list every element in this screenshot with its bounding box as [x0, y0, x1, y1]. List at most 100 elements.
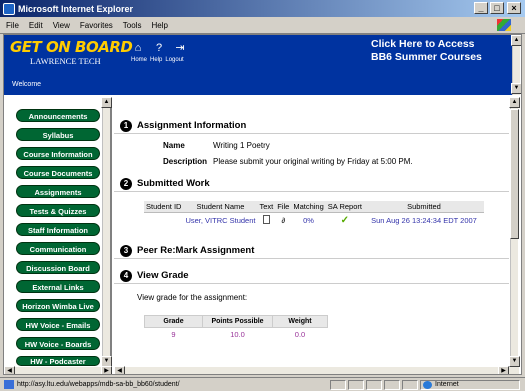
menu-scroll-left-icon[interactable]: ◀ — [4, 366, 15, 374]
minimize-button[interactable]: _ — [474, 2, 488, 14]
ie-icon — [3, 2, 15, 15]
title-bar: Microsoft Internet Explorer _ □ × — [0, 0, 525, 17]
sidebar-item-horizon-wimba-live[interactable]: Horizon Wimba Live — [16, 299, 100, 312]
menu-favorites[interactable]: Favorites — [80, 21, 113, 30]
home-icon[interactable]: ⌂ — [132, 43, 144, 54]
close-button[interactable]: × — [507, 2, 521, 14]
status-cell — [330, 380, 346, 390]
section-title: Submitted Work — [137, 178, 210, 189]
sidebar-item-hw-podcaster[interactable]: HW - Podcaster — [16, 356, 100, 366]
section-submitted-work: 2 Submitted Work — [114, 176, 509, 192]
content-scroll-up-icon[interactable]: ▲ — [509, 97, 520, 108]
section-title: Assignment Information — [137, 120, 247, 131]
globe-icon — [423, 381, 432, 389]
cell-student-name[interactable]: User, VITRC Student — [183, 213, 257, 229]
maximize-button[interactable]: □ — [490, 2, 504, 14]
logo-subtitle: LAWRENCE TECH — [30, 56, 101, 66]
section-number: 4 — [120, 270, 132, 282]
table-row: 9 10.0 0.0 — [145, 328, 328, 342]
col-file: File — [275, 201, 292, 213]
sidebar-item-communication[interactable]: Communication — [16, 242, 100, 255]
col-matching: Matching — [291, 201, 326, 213]
col-sa-report: SA Report — [325, 201, 364, 213]
help-icon[interactable]: ? — [153, 43, 165, 54]
help-link[interactable]: Help — [150, 57, 162, 63]
status-url: http://asy.ltu.edu/webapps/mdb-sa-bb_bb6… — [17, 381, 180, 388]
name-value: Writing 1 Poetry — [213, 141, 270, 150]
cell-weight: 0.0 — [294, 330, 306, 339]
grade-table: Grade Points Possible Weight 9 10.0 0.0 — [144, 315, 328, 341]
logout-link[interactable]: Logout — [165, 57, 183, 63]
col-points-possible: Points Possible — [202, 315, 273, 328]
section-peer-remark: 3 Peer Re:Mark Assignment — [114, 243, 509, 259]
content-scroll-left-icon[interactable]: ◀ — [114, 366, 125, 374]
cell-matching[interactable]: 0% — [291, 213, 325, 229]
menu-bar: File Edit View Favorites Tools Help — [0, 17, 525, 34]
content-scroll-down-icon[interactable]: ▼ — [509, 356, 520, 367]
sidebar-item-hw-voice-boards[interactable]: HW Voice - Boards — [16, 337, 100, 350]
logout-icon[interactable]: ⇥ — [174, 43, 186, 54]
welcome-text: Welcome — [12, 81, 42, 88]
menu-help[interactable]: Help — [151, 21, 167, 30]
status-cell — [366, 380, 382, 390]
cell-grade: 9 — [171, 330, 176, 339]
section-assignment-information: 1 Assignment Information — [114, 118, 509, 134]
scroll-up-icon[interactable]: ▲ — [511, 35, 521, 46]
bb6-access-link[interactable]: Click Here to Access BB6 Summer Courses — [371, 38, 482, 64]
grade-intro: View grade for the assignment: — [137, 293, 248, 302]
col-weight: Weight — [272, 315, 328, 328]
document-icon[interactable] — [257, 213, 275, 229]
section-view-grade: 4 View Grade — [114, 268, 509, 284]
menu-file[interactable]: File — [6, 21, 19, 30]
sidebar-item-discussion-board[interactable]: Discussion Board — [16, 261, 100, 274]
sidebar-item-hw-voice-emails[interactable]: HW Voice - Emails — [16, 318, 100, 331]
attachment-icon[interactable]: ∂ — [275, 213, 291, 229]
col-student-name: Student Name — [183, 201, 258, 213]
section-number: 2 — [120, 178, 132, 190]
home-link[interactable]: Home — [131, 57, 147, 63]
content-scroll-right-icon[interactable]: ▶ — [498, 366, 509, 374]
sidebar-item-announcements[interactable]: Announcements — [16, 109, 100, 122]
scroll-down-icon[interactable]: ▼ — [511, 83, 521, 94]
description-value: Please submit your original writing by F… — [213, 157, 413, 166]
menu-scroll-up-icon[interactable]: ▲ — [101, 97, 112, 108]
section-number: 3 — [120, 245, 132, 257]
status-cell — [348, 380, 364, 390]
content-scrollbar[interactable]: ▲ ▼ — [509, 97, 520, 367]
browser-viewport: GET ON BOARD LAWRENCE TECH ⌂ ? ⇥ Home He… — [3, 34, 522, 375]
menu-scrollbar[interactable]: ▲ ▼ — [101, 97, 112, 367]
sidebar-item-external-links[interactable]: External Links — [16, 280, 100, 293]
sidebar-item-tests-quizzes[interactable]: Tests & Quizzes — [16, 204, 100, 217]
access-line-2[interactable]: BB6 Summer Courses — [371, 51, 482, 64]
description-label: Description — [163, 157, 207, 166]
status-cell — [402, 380, 418, 390]
checkmark-icon[interactable]: ✓ — [326, 213, 364, 229]
page-icon — [4, 380, 14, 389]
menu-scroll-right-icon[interactable]: ▶ — [101, 366, 112, 374]
content-frame: 1 Assignment Information Name Writing 1 … — [114, 97, 520, 367]
logo-title[interactable]: GET ON BOARD — [10, 38, 133, 56]
sidebar-item-syllabus[interactable]: Syllabus — [16, 128, 100, 141]
section-title: View Grade — [137, 270, 189, 281]
description-label-text: Description — [163, 157, 208, 166]
menu-hscrollbar[interactable]: ◀ ▶ — [4, 366, 112, 374]
sidebar-item-course-documents[interactable]: Course Documents — [16, 166, 100, 179]
menu-edit[interactable]: Edit — [29, 21, 43, 30]
sidebar-item-staff-information[interactable]: Staff Information — [16, 223, 100, 236]
cell-student-id — [144, 213, 183, 229]
banner-scrollbar[interactable]: ▲ ▼ — [511, 35, 521, 95]
access-line-1[interactable]: Click Here to Access — [371, 38, 482, 51]
menu-tools[interactable]: Tools — [123, 21, 142, 30]
menu-view[interactable]: View — [53, 21, 70, 30]
col-student-id: Student ID — [144, 201, 184, 213]
sidebar-item-assignments[interactable]: Assignments — [16, 185, 100, 198]
content-scroll-thumb[interactable] — [510, 109, 519, 239]
section-number: 1 — [120, 120, 132, 132]
header-banner: GET ON BOARD LAWRENCE TECH ⌂ ? ⇥ Home He… — [4, 35, 521, 95]
section-title: Peer Re:Mark Assignment — [137, 245, 255, 256]
sidebar-item-course-information[interactable]: Course Information — [16, 147, 100, 160]
status-bar: http://asy.ltu.edu/webapps/mdb-sa-bb_bb6… — [0, 377, 525, 391]
cell-points-possible: 10.0 — [230, 330, 245, 339]
submitted-work-table: Student ID Student Name Text File Matchi… — [144, 201, 484, 228]
content-hscrollbar[interactable]: ◀ ▶ — [114, 366, 519, 374]
